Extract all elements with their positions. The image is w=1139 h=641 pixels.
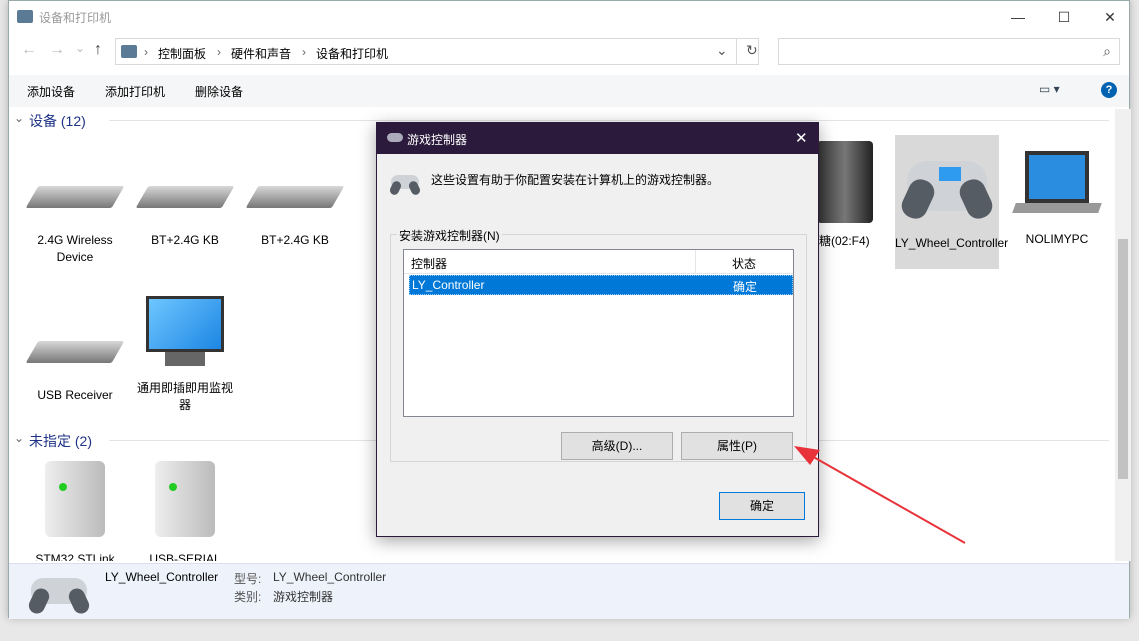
device-item[interactable]: NOLIMYPC <box>1005 151 1109 248</box>
dialog-description: 这些设置有助于你配置安装在计算机上的游戏控制器。 <box>431 173 720 187</box>
server-icon <box>45 461 105 537</box>
maximize-button[interactable]: ☐ <box>1041 1 1087 33</box>
close-button[interactable]: ✕ <box>1087 1 1133 33</box>
scrollbar-thumb[interactable] <box>1118 239 1128 479</box>
annotation-arrow <box>794 446 966 544</box>
arrow-line <box>809 454 966 544</box>
properties-button[interactable]: 属性(P) <box>681 432 793 460</box>
device-item[interactable]: BT+2.4G KB <box>243 186 347 249</box>
list-row-selected[interactable]: LY_Controller 确定 <box>409 275 793 295</box>
details-category: 游戏控制器 <box>273 590 334 604</box>
refresh-button[interactable]: ↻ <box>746 42 758 59</box>
minimize-button[interactable]: — <box>995 1 1041 33</box>
list-header: 控制器 状态 <box>404 250 793 274</box>
keyboard-icon <box>25 186 125 208</box>
add-printer-button[interactable]: 添加打印机 <box>105 83 165 100</box>
breadcrumb-hardware-sound[interactable]: 硬件和声音 <box>231 45 291 62</box>
device-item[interactable]: BT+2.4G KB <box>133 186 237 249</box>
collapse-chevron-icon[interactable]: ⌄ <box>14 431 24 445</box>
device-item[interactable]: USB-SERIAL <box>133 461 237 561</box>
collapse-chevron-icon[interactable]: ⌄ <box>14 111 24 125</box>
dialog-title-bar: 游戏控制器 ✕ <box>377 123 818 154</box>
recent-locations-button[interactable]: ⌄ <box>75 41 85 55</box>
device-item[interactable]: USB Receiver <box>23 341 127 404</box>
gamepad-icon <box>388 175 422 197</box>
gamepad-icon <box>897 161 997 223</box>
keyboard-icon <box>135 186 235 208</box>
dialog-close-button[interactable]: ✕ <box>795 129 808 147</box>
back-button[interactable]: ← <box>21 41 37 59</box>
gamepad-icon <box>26 578 92 617</box>
details-pane: LY_Wheel_Controller 型号: LY_Wheel_Control… <box>9 563 1129 619</box>
command-bar: 添加设备 添加打印机 删除设备 ▭ ▾ ? <box>9 75 1129 107</box>
details-model: LY_Wheel_Controller <box>273 570 387 584</box>
device-item[interactable]: 2.4G Wireless Device <box>23 186 127 266</box>
address-bar[interactable]: › 控制面板 › 硬件和声音 › 设备和打印机 ⌄ ↻ <box>115 38 759 65</box>
section-devices-header[interactable]: 设备 (12) <box>29 111 86 131</box>
breadcrumb-devices-printers[interactable]: 设备和打印机 <box>316 45 388 62</box>
arrow-head <box>794 446 820 465</box>
help-button[interactable]: ? <box>1101 82 1117 98</box>
dialog-title: 游戏控制器 <box>407 133 468 147</box>
device-item-selected[interactable]: LY_Wheel_Controller <box>895 135 1008 269</box>
controller-status: 确定 <box>733 280 758 294</box>
remove-device-button[interactable]: 删除设备 <box>195 83 243 100</box>
keyboard-icon <box>245 186 345 208</box>
server-icon <box>155 461 215 537</box>
group-label: 安装游戏控制器(N) <box>397 227 502 244</box>
add-device-button[interactable]: 添加设备 <box>27 83 75 100</box>
control-panel-icon <box>121 45 137 58</box>
column-header-status[interactable]: 状态 <box>732 255 756 272</box>
keyboard-icon <box>25 341 125 363</box>
device-item[interactable]: 通用即插即用监视器 <box>133 296 237 414</box>
controllers-list[interactable]: 控制器 状态 LY_Controller 确定 <box>403 249 794 417</box>
monitor-icon <box>146 296 224 352</box>
up-button[interactable]: ↑ <box>94 41 102 59</box>
details-device-name: LY_Wheel_Controller <box>105 570 219 584</box>
advanced-button[interactable]: 高级(D)... <box>561 432 673 460</box>
device-item[interactable]: STM32 STLink <box>23 461 127 561</box>
vertical-scrollbar[interactable] <box>1115 109 1131 561</box>
devices-printers-icon <box>17 10 33 23</box>
laptop-icon <box>1025 151 1089 203</box>
speaker-icon <box>817 141 873 223</box>
change-view-button[interactable]: ▭ ▾ <box>1039 82 1060 96</box>
search-icon: ⌕ <box>1103 43 1111 59</box>
window-title: 设备和打印机 <box>39 11 112 25</box>
search-input[interactable]: ⌕ <box>778 38 1120 65</box>
game-controllers-dialog: 游戏控制器 ✕ 这些设置有助于你配置安装在计算机上的游戏控制器。 安装游戏控制器… <box>376 122 819 537</box>
address-dropdown-icon[interactable]: ⌄ <box>716 42 728 59</box>
breadcrumb-control-panel[interactable]: 控制面板 <box>158 45 206 62</box>
column-header-controller[interactable]: 控制器 <box>411 255 447 272</box>
section-unspecified-header[interactable]: 未指定 (2) <box>29 431 92 451</box>
controller-name: LY_Controller <box>412 278 485 292</box>
title-bar: 设备和打印机 — ☐ ✕ <box>9 1 1129 33</box>
forward-button[interactable]: → <box>49 41 65 59</box>
gamepad-icon <box>387 133 403 142</box>
